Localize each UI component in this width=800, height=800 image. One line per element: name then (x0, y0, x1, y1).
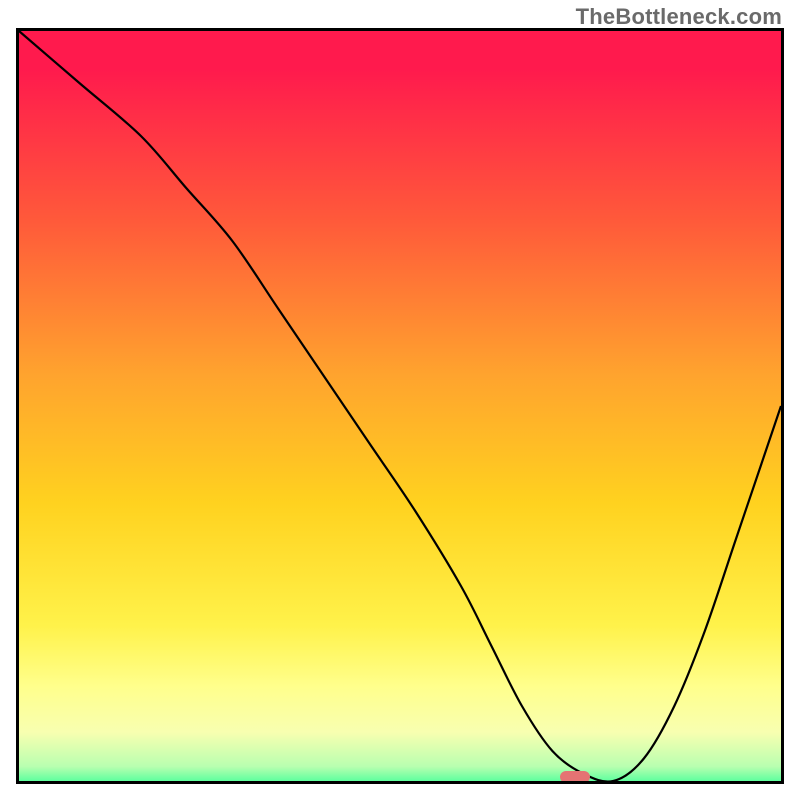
bottleneck-curve (19, 31, 781, 781)
chart-frame (16, 28, 784, 784)
watermark-text: TheBottleneck.com (576, 4, 782, 30)
plot-area (16, 28, 784, 784)
optimal-marker (560, 771, 590, 783)
